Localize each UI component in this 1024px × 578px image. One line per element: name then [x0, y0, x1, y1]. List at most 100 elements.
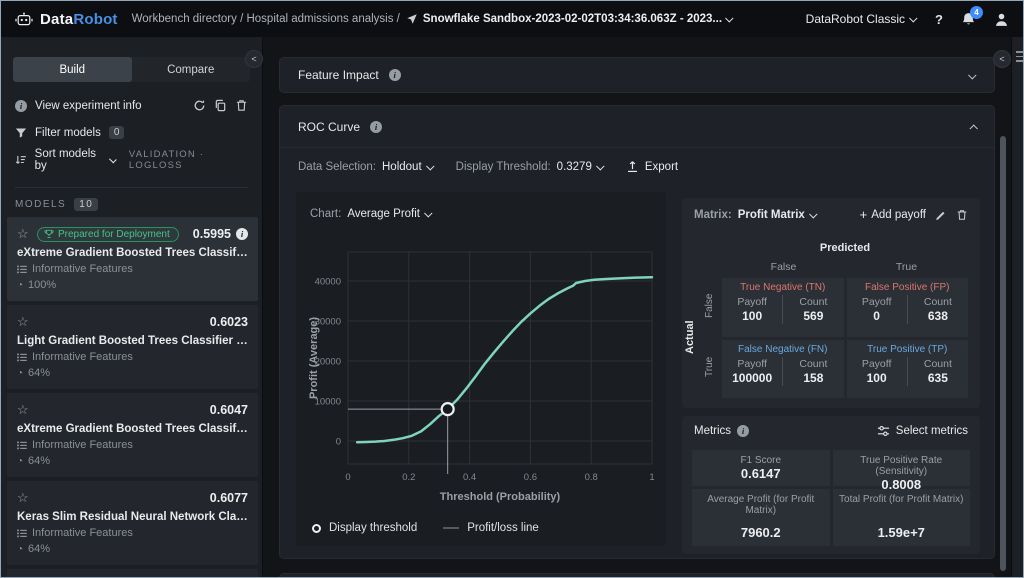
model-list: ☆Prepared for Deployment0.5995ieXtreme G…	[7, 217, 258, 577]
profit-loss-legend-label: Profit/loss line	[467, 522, 539, 534]
experiment-info-label[interactable]: View experiment info	[35, 100, 142, 112]
profit-loss-line-icon	[443, 527, 459, 529]
info-icon[interactable]: i	[389, 69, 401, 81]
matrix-header: Matrix: Profit Matrix + Add payoff	[682, 198, 980, 221]
svg-text:0.6: 0.6	[524, 472, 537, 483]
edit-payoff-button[interactable]	[935, 209, 947, 221]
model-featurelist: Informative Features	[17, 527, 248, 539]
sidebar-collapse-button[interactable]: <	[245, 50, 263, 68]
model-card[interactable]: ☆ 0.6023 Light Gradient Boosted Trees Clas…	[7, 305, 258, 389]
roc-curve-panel: ROC Curve i Data Selection: Holdout Disp…	[279, 105, 995, 559]
feature-list-icon	[17, 353, 27, 362]
feature-list-icon	[17, 441, 27, 450]
notifications-button[interactable]: 4	[961, 12, 976, 27]
export-button[interactable]: Export	[626, 160, 678, 173]
roc-curve-title: ROC Curve	[298, 120, 360, 134]
chevron-up-icon[interactable]	[969, 124, 977, 132]
display-threshold-toggle[interactable]: Display threshold	[312, 522, 417, 534]
chevron-down-icon[interactable]	[968, 71, 976, 79]
model-card[interactable]: ☆ 0.6077 Keras Slim Residual Neural Networ…	[7, 481, 258, 565]
tab-build[interactable]: Build	[13, 57, 132, 82]
delete-payoff-button[interactable]	[956, 209, 968, 221]
add-payoff-button[interactable]: + Add payoff	[860, 208, 926, 221]
pie-icon: ◔	[17, 456, 23, 467]
breadcrumb-path[interactable]: Workbench directory / Hospital admission…	[132, 13, 400, 25]
info-icon[interactable]: i	[236, 228, 248, 240]
sort-models-row[interactable]: Sort models by VALIDATION · LOGLOSS	[15, 146, 248, 173]
predicted-false-label: False	[722, 261, 845, 273]
filter-models-label: Filter models	[35, 127, 101, 139]
right-panel-collapse-button[interactable]: <	[993, 50, 1011, 68]
svg-text:0.2: 0.2	[402, 472, 415, 483]
profit-chart-block: Chart: Average Profit 010000200003000040…	[296, 192, 666, 546]
predicted-column-labels: False True	[722, 261, 968, 273]
info-icon: i	[15, 100, 27, 112]
metric-f1-score: F1 Score 0.6147	[692, 450, 830, 486]
chart-legend: Display threshold Profit/loss line	[312, 522, 539, 534]
filter-count-badge: 0	[109, 126, 125, 139]
profit-matrix-card: Matrix: Profit Matrix + Add payoff	[682, 198, 980, 408]
breadcrumb[interactable]: Workbench directory / Hospital admission…	[132, 13, 733, 25]
chevron-down-icon	[725, 14, 733, 22]
datarobot-app: DataRobot Workbench directory / Hospital…	[0, 0, 1024, 578]
experiment-name: Snowflake Sandbox-2023-02-02T03:34:36.06…	[423, 13, 722, 25]
model-name: Light Gradient Boosted Trees Classifier …	[17, 335, 248, 347]
model-sample-pct: ◔64%	[17, 455, 248, 467]
experiment-info-row: i View experiment info	[15, 92, 248, 119]
menu-icon[interactable]	[1016, 51, 1024, 62]
info-icon[interactable]: i	[737, 425, 749, 437]
matrix-type-dropdown[interactable]: Matrix: Profit Matrix	[694, 209, 817, 221]
sort-models-label: Sort models by	[35, 148, 104, 172]
feature-impact-title: Feature Impact	[298, 68, 379, 82]
models-count-badge: 10	[74, 198, 98, 211]
refresh-button[interactable]	[193, 99, 206, 112]
classic-switcher[interactable]: DataRobot Classic	[806, 12, 917, 26]
pie-icon: ◔	[17, 368, 23, 379]
delete-button[interactable]	[235, 99, 248, 112]
average-profit-chart[interactable]: 01000020000300004000000.20.40.60.81Profi…	[308, 234, 660, 504]
metrics-grid: F1 Score 0.6147 True Positive Rate (Sens…	[692, 450, 970, 546]
star-icon[interactable]: ☆	[17, 490, 33, 506]
model-name: Keras Slim Residual Neural Network Class…	[17, 511, 248, 523]
star-icon[interactable]: ☆	[17, 402, 33, 418]
model-score: 0.6023	[210, 315, 248, 329]
chart-type-dropdown[interactable]: Chart: Average Profit	[310, 208, 432, 220]
select-metrics-button[interactable]: Select metrics	[877, 425, 968, 437]
display-threshold-dropdown[interactable]: Display Threshold: 0.3279	[456, 161, 604, 173]
next-panel-sliver	[279, 573, 995, 578]
info-icon[interactable]: i	[370, 121, 382, 133]
datarobot-logo[interactable]: DataRobot	[15, 11, 118, 28]
model-featurelist: Informative Features	[17, 351, 248, 363]
filter-models-row[interactable]: Filter models 0	[15, 119, 248, 146]
roc-controls: Data Selection: Holdout Display Threshol…	[298, 160, 678, 173]
matrix-type-value: Profit Matrix	[738, 209, 805, 221]
metric-tpr: True Positive Rate (Sensitivity) 0.8008	[833, 450, 971, 486]
predicted-true-label: True	[845, 261, 968, 273]
duplicate-button[interactable]	[214, 99, 227, 112]
sidebar-tabs: Build Compare	[13, 57, 250, 82]
model-score: 0.6077	[210, 491, 248, 505]
tab-compare[interactable]: Compare	[132, 57, 251, 82]
star-icon[interactable]: ☆	[17, 226, 33, 242]
help-button[interactable]: ?	[935, 12, 943, 27]
export-label: Export	[645, 161, 678, 173]
model-card[interactable]: ☆Prepared for Deployment0.5995ieXtreme G…	[7, 217, 258, 301]
data-selection-dropdown[interactable]: Data Selection: Holdout	[298, 161, 434, 173]
svg-text:0: 0	[345, 472, 350, 483]
actual-axis-label: Actual	[684, 278, 696, 396]
svg-text:1: 1	[649, 472, 654, 483]
roc-curve-header[interactable]: ROC Curve i	[280, 106, 994, 148]
user-profile-icon[interactable]	[994, 12, 1009, 27]
profit-loss-line-toggle[interactable]: Profit/loss line	[443, 522, 539, 534]
feature-impact-panel[interactable]: Feature Impact i	[279, 57, 995, 93]
model-card[interactable]: ☆0.6047eXtreme Gradient Boosted Trees Cl…	[7, 393, 258, 477]
model-card[interactable]: ☆0.6081	[7, 569, 258, 577]
metrics-card: Metrics i Select metrics F1 Score 0.6147	[682, 416, 980, 554]
prepared-for-deployment-badge: Prepared for Deployment	[37, 227, 179, 242]
vertical-scrollbar[interactable]	[1000, 136, 1006, 571]
star-icon[interactable]: ☆	[17, 314, 33, 330]
experiment-crumb[interactable]: Snowflake Sandbox-2023-02-02T03:34:36.06…	[406, 13, 733, 25]
sort-criteria[interactable]: VALIDATION · LOGLOSS	[129, 149, 248, 171]
svg-text:Threshold (Probability): Threshold (Probability)	[440, 491, 561, 503]
topbar-actions: DataRobot Classic ? 4	[806, 12, 1009, 27]
